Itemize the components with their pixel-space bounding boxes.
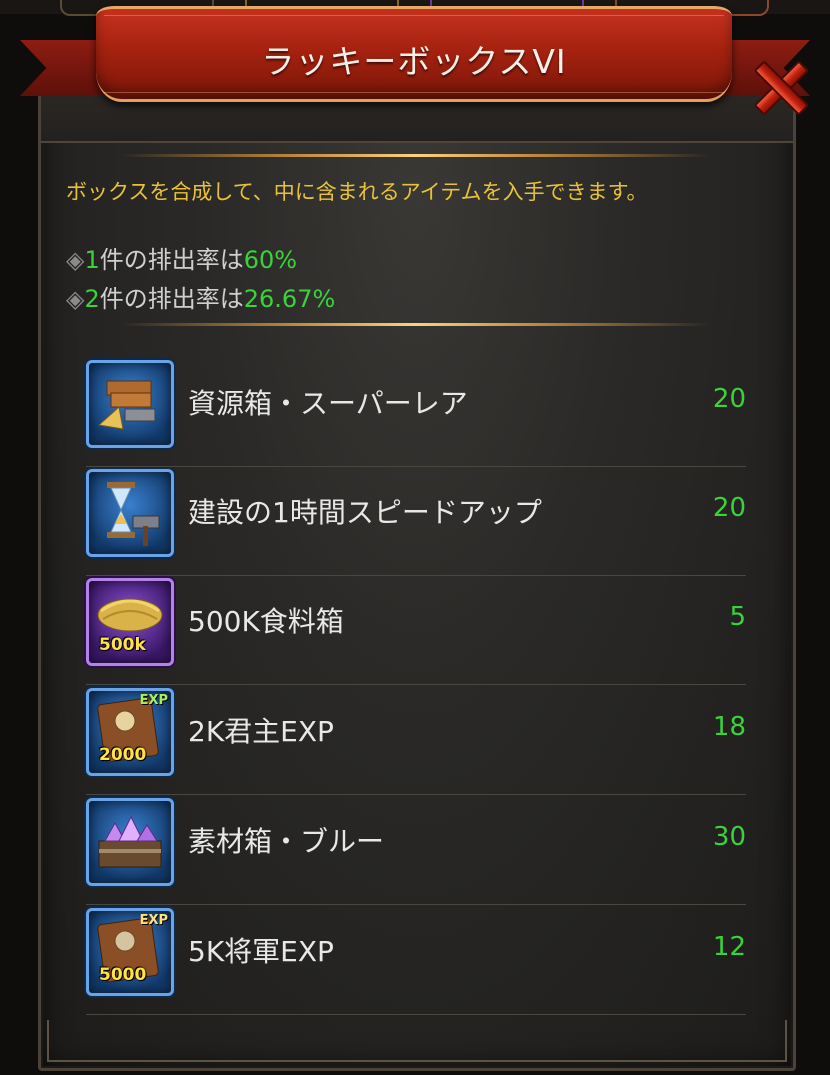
gem-chest-icon-art — [98, 815, 162, 868]
list-item: 500k 500K食料箱 5 — [86, 578, 746, 685]
item-count: 5 — [729, 602, 746, 632]
divider-middle — [120, 323, 710, 326]
icon-badge: 5000 — [99, 965, 147, 985]
list-item: EXP 2000 2K君主EXP 18 — [86, 688, 746, 795]
item-count: 12 — [712, 932, 746, 962]
divider-top — [120, 154, 710, 157]
icon-badge: 500k — [99, 635, 146, 655]
item-name: 資源箱・スーパーレア — [188, 387, 468, 420]
rate-percent: 26.67% — [243, 285, 336, 313]
dialog-description: ボックスを合成して、中に含まれるアイテムを入手できます。 — [66, 180, 648, 204]
wheat-bundle-icon: 500k — [86, 578, 174, 666]
item-count: 20 — [712, 493, 746, 523]
hourglass-hammer-icon — [86, 469, 174, 557]
item-name: 建設の1時間スピードアップ — [188, 496, 542, 529]
diamond-icon: ◈ — [66, 285, 85, 313]
resource-crate-icon-art — [97, 380, 156, 430]
exp-tag: EXP — [139, 693, 168, 708]
rate-line: ◈2件の排出率は26.67% — [66, 279, 335, 314]
item-name: 500K食料箱 — [188, 605, 344, 638]
item-count: 20 — [712, 384, 746, 414]
item-count: 30 — [712, 822, 746, 852]
list-item: 建設の1時間スピードアップ 20 — [86, 469, 746, 576]
rate-count: 1 — [84, 246, 100, 274]
rate-line: ◈1件の排出率は60% — [66, 240, 297, 275]
exp-book-icon: EXP 2000 — [86, 688, 174, 776]
item-name: 素材箱・ブルー — [188, 825, 385, 858]
rate-text: 件の排出率は — [99, 285, 244, 313]
title-banner: ラッキーボックスVI — [96, 6, 732, 102]
rate-count: 2 — [84, 285, 100, 313]
lucky-box-dialog-screen: ラッキーボックスVI ボックスを合成して、中に含まれるアイテムを入手できます。 … — [0, 0, 830, 1075]
rate-text: 件の排出率は — [99, 246, 244, 274]
icon-badge: 2000 — [99, 745, 147, 765]
item-count: 18 — [712, 712, 746, 742]
close-button[interactable] — [752, 58, 810, 116]
exp-book-icon: EXP 5000 — [86, 908, 174, 996]
dialog-title: ラッキーボックスVI — [261, 42, 567, 81]
item-name: 5K将軍EXP — [188, 935, 334, 968]
list-item: 素材箱・ブルー 30 — [86, 798, 746, 905]
exp-tag: EXP — [139, 913, 168, 928]
gem-chest-icon — [86, 798, 174, 886]
item-name: 2K君主EXP — [188, 715, 334, 748]
diamond-icon: ◈ — [66, 246, 85, 274]
rate-percent: 60% — [243, 246, 298, 274]
list-item: EXP 5000 5K将軍EXP 12 — [86, 908, 746, 1015]
list-item: 資源箱・スーパーレア 20 — [86, 360, 746, 467]
resource-crate-icon — [86, 360, 174, 448]
hourglass-hammer-icon-art — [107, 482, 160, 546]
